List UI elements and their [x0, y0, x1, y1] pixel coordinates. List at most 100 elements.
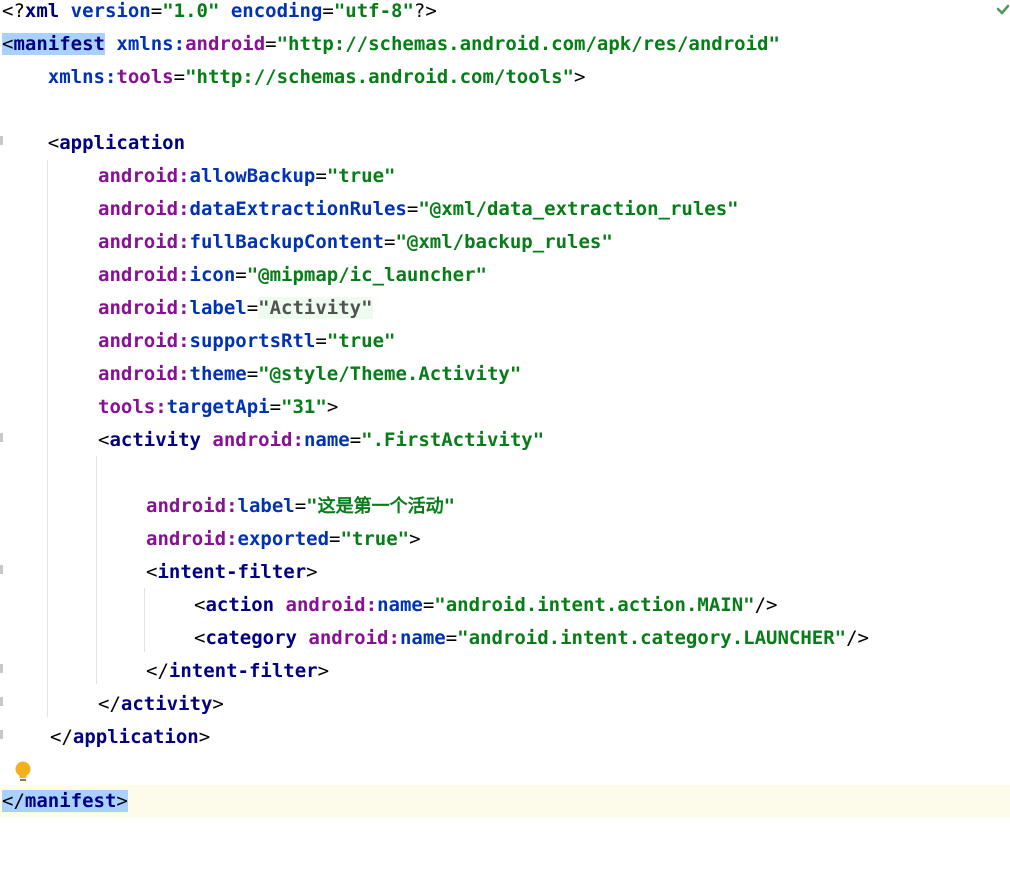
tag-manifest-open: manifest — [13, 33, 105, 55]
token: "@style/Theme.Activity" — [258, 363, 522, 385]
token: = — [322, 0, 334, 22]
token: fullBackupContent — [189, 231, 384, 253]
token: exported — [237, 528, 330, 550]
token: "utf-8" — [333, 0, 414, 22]
token: version — [70, 0, 151, 22]
token: = — [246, 297, 259, 319]
token: android: — [98, 363, 190, 385]
token: = — [445, 627, 458, 649]
token: "true" — [340, 528, 410, 550]
token: "android.intent.category.LAUNCHER" — [457, 627, 847, 649]
token: android: — [146, 528, 238, 550]
token: name — [377, 594, 423, 616]
token: 这是第一个活动 — [317, 496, 444, 517]
token: "@mipmap/ic_launcher" — [246, 264, 487, 286]
token: > — [574, 66, 586, 88]
token: </ — [50, 726, 73, 748]
token: = — [269, 396, 282, 418]
token: "android.intent.action.MAIN" — [434, 594, 755, 616]
token: tools — [116, 66, 174, 88]
token: tools: — [98, 396, 167, 418]
token: " — [306, 495, 318, 517]
token: "true" — [326, 165, 396, 187]
token: > — [317, 660, 330, 682]
code-line-3[interactable]: xmlns:tools="http://schemas.android.com/… — [0, 66, 1010, 102]
token: = — [235, 264, 247, 286]
token: "http://schemas.android.com/apk/res/andr… — [276, 33, 780, 55]
token: "@xml/backup_rules" — [395, 231, 613, 253]
token: </ — [2, 790, 25, 812]
token: xmlns: — [47, 66, 117, 88]
token: action — [205, 594, 275, 616]
token: android: — [98, 264, 190, 286]
token: android: — [98, 231, 190, 253]
code-editor[interactable]: <?xml version="1.0" encoding="utf-8"?> <… — [0, 0, 1010, 863]
token: = — [422, 594, 435, 616]
token: icon — [189, 264, 236, 286]
token: > — [326, 396, 339, 418]
token: intent-filter — [157, 561, 307, 583]
token: " — [443, 495, 456, 517]
token: activity — [109, 429, 201, 451]
token: label — [237, 495, 295, 517]
token: = — [173, 66, 186, 88]
token: allowBackup — [189, 165, 316, 187]
token: > — [212, 693, 224, 715]
token: = — [406, 198, 419, 220]
token: theme — [189, 363, 247, 385]
token: targetApi — [166, 396, 270, 418]
token: android: — [98, 198, 190, 220]
token: = — [246, 363, 259, 385]
token: android: — [285, 594, 378, 616]
token: = — [349, 429, 362, 451]
token: "http://schemas.android.com/tools" — [185, 66, 574, 88]
token: ?> — [413, 0, 437, 22]
token: </ — [146, 660, 169, 682]
token: supportsRtl — [189, 330, 316, 352]
token: application — [72, 726, 199, 748]
token: < — [47, 132, 60, 154]
token: intent-filter — [168, 660, 318, 682]
token: activity — [120, 693, 213, 715]
tag-manifest-close: manifest — [24, 790, 117, 812]
token: /> — [754, 594, 778, 616]
token: = — [315, 165, 327, 187]
lightbulb-icon[interactable] — [14, 760, 32, 784]
token: android — [185, 33, 266, 55]
checkmark-icon[interactable] — [996, 3, 1010, 17]
code-line-23[interactable]: </application> — [0, 726, 1010, 762]
token: = — [294, 495, 307, 517]
token: = — [150, 0, 163, 22]
token: < — [98, 429, 110, 451]
token: android: — [146, 495, 238, 517]
code-line-25-current[interactable]: </manifest> — [0, 785, 1010, 818]
token: application — [59, 132, 186, 154]
token: "1.0" — [162, 0, 220, 22]
token: > — [409, 528, 421, 550]
token: < — [194, 627, 206, 649]
token: ".FirstActivity" — [361, 429, 545, 451]
token: = — [315, 330, 327, 352]
token: encoding — [230, 0, 323, 22]
token: > — [116, 790, 128, 812]
token: > — [306, 561, 318, 583]
token: android: — [98, 297, 190, 319]
token: <? — [2, 0, 25, 22]
token: category — [205, 627, 297, 649]
code-line-14[interactable]: <activity android:name=".FirstActivity" — [0, 429, 1010, 465]
token: = — [265, 33, 277, 55]
token: android: — [308, 627, 400, 649]
token: "@xml/data_extraction_rules" — [418, 198, 739, 220]
token: android: — [98, 165, 190, 187]
token: "true" — [326, 330, 396, 352]
token: </ — [98, 693, 121, 715]
token: android: — [212, 429, 304, 451]
token: name — [399, 627, 446, 649]
token: > — [198, 726, 211, 748]
